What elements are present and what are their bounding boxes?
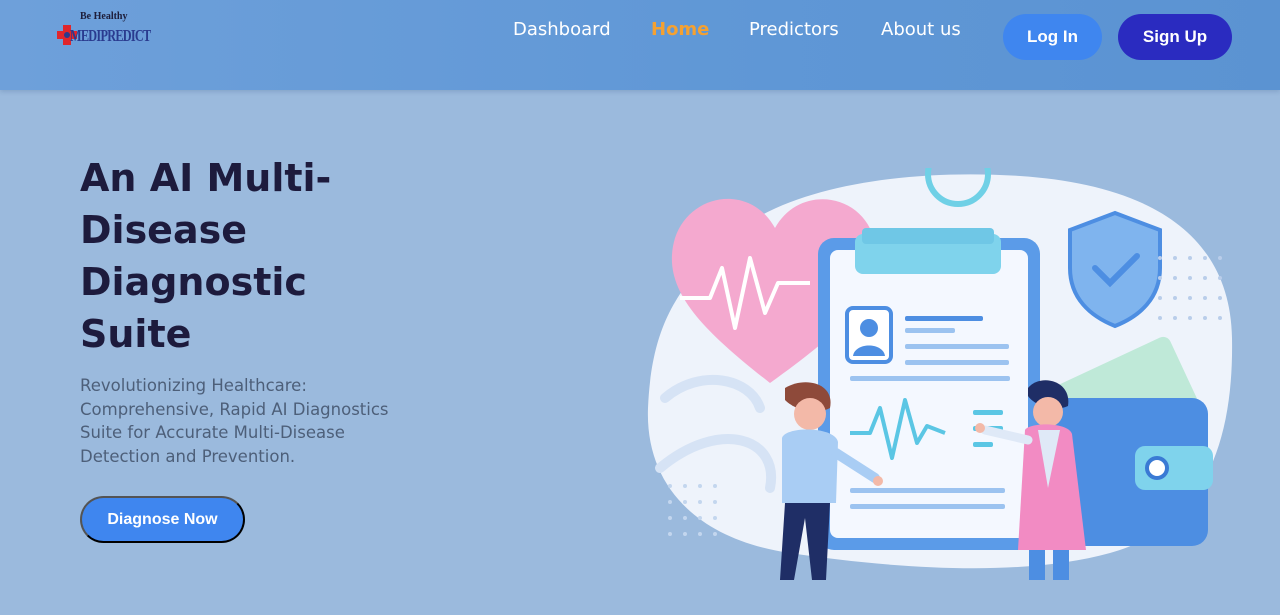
top-navbar: Be Healthy MEDIPREDICT Dashboard Home Pr… <box>0 0 1280 90</box>
brand-name: MEDIPREDICT <box>70 26 151 45</box>
hero-illustration <box>647 168 1233 580</box>
nav-home[interactable]: Home <box>651 19 709 40</box>
hero-title: An AI Multi-Disease Diagnostic Suite <box>80 156 332 356</box>
nav-dashboard[interactable]: Dashboard <box>513 19 611 40</box>
diagnose-now-button[interactable]: Diagnose Now <box>80 496 245 543</box>
signup-button[interactable]: Sign Up <box>1118 14 1232 60</box>
brand-tagline: Be Healthy <box>80 11 128 22</box>
hero-subtitle: Revolutionizing Healthcare: Comprehensiv… <box>80 376 389 466</box>
nav-predictors[interactable]: Predictors <box>749 19 839 40</box>
clipboard-icon <box>818 228 1040 550</box>
login-button[interactable]: Log In <box>1003 14 1102 60</box>
nav-about-us[interactable]: About us <box>881 19 961 40</box>
